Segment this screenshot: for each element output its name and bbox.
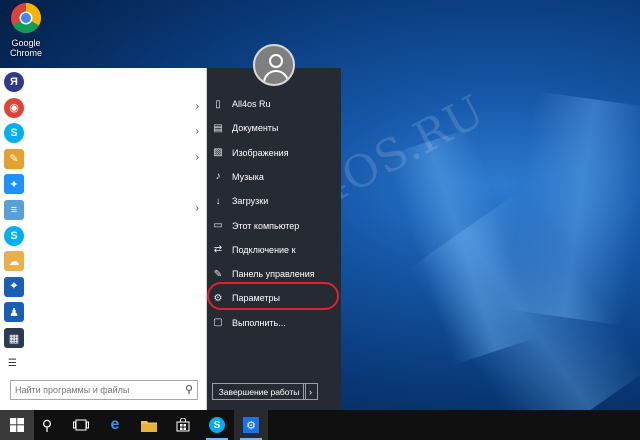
edge-button[interactable]: e <box>98 410 132 440</box>
windows-logo-icon <box>10 418 24 432</box>
gear-icon: ⚙ <box>243 417 259 433</box>
start-app-item[interactable]: ⌖ Карты <box>4 275 203 299</box>
start-app-label: Яндекс <box>30 77 61 87</box>
skype-taskbar-button[interactable]: S <box>200 410 234 440</box>
list-icon: ☰ <box>8 358 17 369</box>
documents-icon: ▤ <box>213 122 223 134</box>
start-app-item[interactable]: S Загрузить Skype <box>4 224 203 248</box>
start-place-item[interactable]: ⇄ Подключение к <box>211 239 337 261</box>
user-avatar[interactable] <box>253 44 295 86</box>
desktop-icon-chrome[interactable]: Google Chrome <box>4 0 48 58</box>
start-app-label: Google Chrome <box>30 102 94 113</box>
start-place-label: Панель управления <box>232 269 315 280</box>
calculator-icon: ▦ <box>4 328 24 348</box>
skype-icon: S <box>209 417 225 433</box>
shutdown-options-button[interactable]: › <box>303 383 318 400</box>
chevron-right-icon[interactable]: › <box>196 101 199 112</box>
search-icon[interactable]: ⚲ <box>185 383 193 396</box>
start-place-item[interactable]: ▯ All4os Ru <box>211 93 337 115</box>
pictures-icon: ▨ <box>213 147 223 159</box>
desktop-icon-label: Google Chrome <box>9 38 42 58</box>
start-place-label: Подключение к <box>232 244 296 255</box>
start-place-label: Изображения <box>232 147 289 158</box>
chevron-right-icon[interactable]: › <box>196 152 199 163</box>
start-place-label: Документы <box>232 123 279 134</box>
start-app-item[interactable]: ✦ Начало работы <box>4 172 203 196</box>
start-place-label: Этот компьютер <box>232 220 300 231</box>
start-place-label: Музыка <box>232 171 264 182</box>
start-place-item[interactable]: ▤ Документы <box>211 117 337 139</box>
yandex-icon: Я <box>4 72 24 92</box>
search-box[interactable]: ⚲ <box>10 380 198 400</box>
start-app-label: Начало работы <box>30 179 95 190</box>
start-app-item[interactable]: ▦ Калькулятор <box>4 326 203 350</box>
all-programs-label: Все программы <box>30 358 96 369</box>
connect-icon: ⇄ <box>213 244 223 256</box>
start-place-item[interactable]: ↓ Загрузки <box>211 190 337 212</box>
run-icon: ▢ <box>213 317 223 329</box>
taskbar-search-button[interactable]: ⚲ <box>30 410 64 440</box>
chrome-icon: ◉ <box>4 97 24 118</box>
start-app-item[interactable]: ♟ Люди <box>4 300 203 324</box>
chevron-right-icon[interactable]: › <box>196 203 199 214</box>
start-app-label: Калькулятор <box>30 333 83 343</box>
start-place-item[interactable]: ♪ Музыка <box>211 166 337 188</box>
start-app-label: Карты <box>30 281 56 292</box>
control-panel-icon: ✎ <box>213 268 223 280</box>
skype-icon: S <box>4 123 24 144</box>
store-button[interactable] <box>166 410 200 440</box>
store-icon <box>176 418 190 432</box>
onedrive-icon: ☁ <box>4 251 24 272</box>
start-app-label: Skype <box>30 128 56 139</box>
chevron-right-icon: › <box>309 386 312 397</box>
chevron-right-icon[interactable]: › <box>196 126 199 137</box>
notepad-icon: ≡ <box>4 200 24 220</box>
start-app-label: Блокнот <box>30 205 65 215</box>
search-icon: ⚲ <box>41 416 53 433</box>
start-app-item[interactable]: ✎ Paint › <box>4 147 203 171</box>
start-place-item[interactable]: ▭ Этот компьютер <box>211 215 337 237</box>
computer-icon: ▭ <box>213 220 223 231</box>
downloads-icon: ↓ <box>215 195 221 207</box>
start-place-label: Загрузки <box>232 196 269 207</box>
paint-icon: ✎ <box>4 148 24 169</box>
settings-taskbar-button[interactable]: ⚙ <box>234 410 268 440</box>
highlight-ring <box>207 282 339 310</box>
start-app-label: Загрузить Skype <box>30 230 99 241</box>
start-place-label: All4os Ru <box>232 99 271 109</box>
start-app-label: Paint <box>30 153 51 164</box>
start-place-label: Выполнить... <box>232 317 286 328</box>
start-app-label: Люди <box>30 307 53 318</box>
maps-icon: ⌖ <box>4 276 24 297</box>
start-app-item[interactable]: Я Яндекс <box>4 70 203 94</box>
search-input[interactable] <box>15 385 175 395</box>
music-icon: ♪ <box>215 171 221 183</box>
chrome-icon <box>11 2 42 34</box>
start-app-item[interactable]: ◉ Google Chrome › <box>4 96 203 120</box>
shutdown-button[interactable]: Завершение работы <box>212 383 306 400</box>
user-folder-icon: ▯ <box>215 98 221 110</box>
all-programs-button[interactable]: ☰ Все программы <box>8 358 95 369</box>
start-app-item[interactable]: S Skype › <box>4 121 203 145</box>
start-button[interactable] <box>0 410 34 440</box>
start-place-item[interactable]: ▢ Выполнить... <box>211 312 337 334</box>
task-view-button[interactable] <box>64 410 98 440</box>
edge-icon: e <box>110 416 120 433</box>
start-place-item[interactable]: ▨ Изображения <box>211 142 337 164</box>
start-app-item[interactable]: ☁ OneDrive <box>4 249 203 273</box>
task-view-icon <box>73 419 89 431</box>
start-app-item[interactable]: ≡ Блокнот › <box>4 198 203 222</box>
skype-icon: S <box>4 225 24 246</box>
lightbulb-icon: ✦ <box>4 174 24 195</box>
folder-icon <box>141 420 157 432</box>
start-app-label: OneDrive <box>30 256 69 267</box>
explorer-button[interactable] <box>132 410 166 440</box>
people-icon: ♟ <box>4 302 24 323</box>
